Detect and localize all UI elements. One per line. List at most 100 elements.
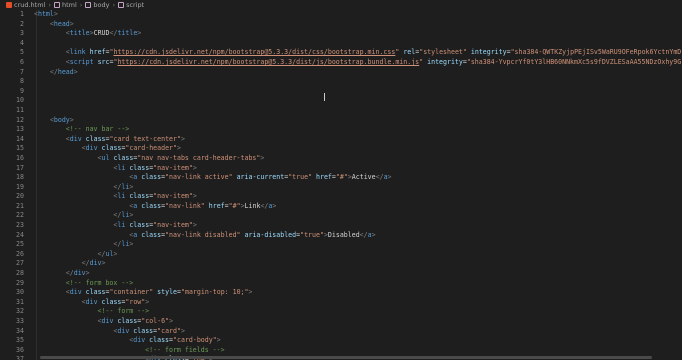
code-line[interactable]: 11 <box>0 106 682 116</box>
code-line[interactable]: 36 <!-- form fields --> <box>0 346 682 356</box>
code-token: > <box>113 249 118 258</box>
breadcrumb-item-body[interactable]: body <box>85 1 109 9</box>
code-line[interactable]: 1 <html> <box>0 10 682 20</box>
code-token: Disabled <box>327 230 360 239</box>
code-line[interactable]: 8 <box>0 77 682 87</box>
code-line[interactable]: 24 <a class="nav-link disabled" aria-dis… <box>0 231 682 241</box>
code-line[interactable]: 4 <box>0 39 682 49</box>
code-line[interactable]: 7 </head> <box>0 68 682 78</box>
code-line[interactable]: 3 <title>CRUD</title> <box>0 29 682 39</box>
code-line[interactable]: 23 <li class="nav-item"> <box>0 221 682 231</box>
code-editor[interactable]: crud.html › html › body › script 1 <html>… <box>0 0 682 360</box>
code-token: "nav-item" <box>153 221 193 230</box>
code-line[interactable]: 35 <div class="card-body"> <box>0 336 682 346</box>
code-token: title <box>69 29 90 38</box>
code-line[interactable]: 6 <script src="https://cdn.jsdelivr.net/… <box>0 58 682 68</box>
code-line[interactable]: 10 <box>0 96 682 106</box>
code-line[interactable]: 14 <div class="card text-center"> <box>0 135 682 145</box>
code-token: > <box>69 19 74 28</box>
code-token: div <box>101 317 114 325</box>
line-number: 20 <box>16 192 24 201</box>
code-line[interactable]: 5 <link href="https://cdn.jsdelivr.net/n… <box>0 48 682 58</box>
code-line[interactable]: 15 <div class="card-header"> <box>0 144 682 154</box>
code-token: Link <box>244 201 261 210</box>
code-text: <div class="row"> <box>28 297 150 308</box>
code-token: > <box>248 288 253 297</box>
code-token: "#" <box>228 201 241 210</box>
code-line[interactable]: 16 <ul class="nav nav-tabs card-header-t… <box>0 154 682 164</box>
code-line[interactable]: 26 </ul> <box>0 250 682 260</box>
breadcrumb-file-label: crud.html <box>14 1 46 9</box>
code-token: body <box>53 115 70 124</box>
code-line[interactable]: 20 <li class="nav-item"> <box>0 192 682 202</box>
code-line[interactable]: 18 <a class="nav-link active" aria-curre… <box>0 173 682 183</box>
code-token: "nav-link active" <box>165 173 233 182</box>
code-line[interactable]: 17 <li class="nav-item"> <box>0 164 682 174</box>
code-line[interactable]: 34 <div class="card"> <box>0 327 682 337</box>
code-line[interactable]: 31 <div class="row"> <box>0 298 682 308</box>
code-line[interactable]: 29 <!-- form box --> <box>0 279 682 289</box>
code-line[interactable]: 2 <head> <box>0 20 682 30</box>
code-token: > <box>387 173 392 182</box>
code-token: "nav-item" <box>153 163 193 172</box>
line-number: 16 <box>16 153 24 162</box>
code-token: > <box>371 230 376 239</box>
code-line[interactable]: 19 </li> <box>0 183 682 193</box>
code-token: "card text-center" <box>109 134 181 143</box>
code-line[interactable]: 25 </li> <box>0 240 682 250</box>
code-text: <div class="card-body"> <box>28 336 220 346</box>
breadcrumb-item-script[interactable]: script <box>118 1 144 9</box>
code-text: <ul class="nav nav-tabs card-header-tabs… <box>28 153 265 164</box>
code-line[interactable]: 32 <!-- form --> <box>0 307 682 317</box>
code-line[interactable]: 30 <div class="container" style="margin-… <box>0 288 682 298</box>
code-text: <div class="container" style="margin-top… <box>28 288 253 298</box>
code-token: class <box>113 153 134 162</box>
line-number: 31 <box>16 297 24 306</box>
code-line[interactable]: 28 </div> <box>0 269 682 279</box>
line-number: 36 <box>16 345 24 354</box>
code-token: class <box>85 134 106 143</box>
code-token: div <box>73 269 86 278</box>
code-line[interactable]: 33 <div class="col-6"> <box>0 317 682 327</box>
code-text: <div class="col-6"> <box>28 317 174 327</box>
line-number: 6 <box>20 57 24 66</box>
code-line[interactable]: 12 <body> <box>0 116 682 126</box>
code-token: > <box>129 240 134 249</box>
code-text: <li class="nav-item"> <box>28 163 196 174</box>
mouse-cursor-icon <box>324 93 325 101</box>
code-line[interactable]: 13 <!-- nav bar --> <box>0 125 682 135</box>
code-area[interactable]: 1 <html> 2 <head> 3 <title>CRUD</title> 4 5 <… <box>0 10 682 360</box>
code-text: <!-- form fields --> <box>28 346 224 356</box>
code-line[interactable]: 22 </li> <box>0 211 682 221</box>
line-number: 14 <box>16 134 24 143</box>
line-number: 19 <box>16 182 24 191</box>
code-token: href <box>208 201 225 210</box>
code-token: href <box>316 173 332 182</box>
code-token: > <box>260 153 265 162</box>
code-text: <body> <box>28 116 74 126</box>
code-token: rel <box>403 48 416 57</box>
breadcrumb-item-html[interactable]: html <box>53 1 77 9</box>
code-line[interactable]: 27 </div> <box>0 259 682 269</box>
breadcrumb-file[interactable]: crud.html <box>6 1 45 9</box>
line-number: 23 <box>16 221 24 230</box>
code-token: class <box>101 297 122 306</box>
code-line[interactable]: 9 <box>0 87 682 97</box>
code-line[interactable]: 21 <a class="nav-link" href="#">Link</a> <box>0 202 682 212</box>
code-text: <a class="nav-link disabled" aria-disabl… <box>28 230 376 241</box>
code-token: class <box>129 221 150 230</box>
horizontal-scrollbar[interactable] <box>40 356 652 359</box>
